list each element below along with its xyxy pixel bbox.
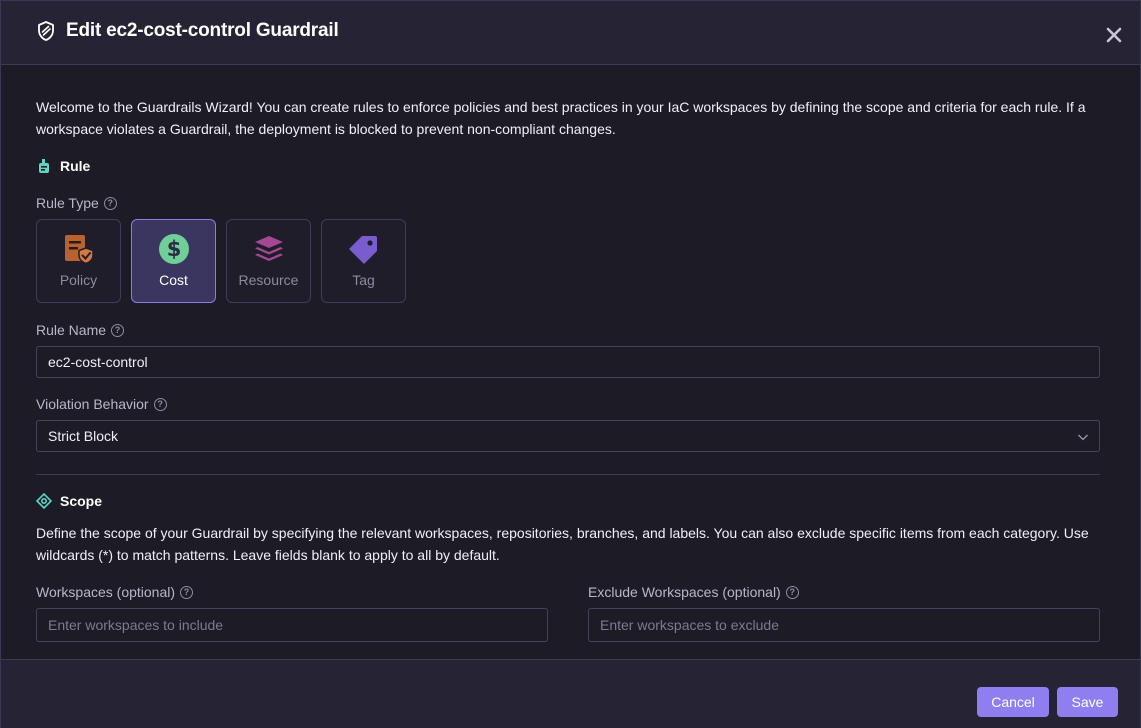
rule-icon	[39, 159, 49, 173]
scope-section-heading: Scope	[36, 493, 102, 509]
resource-label: Resource	[238, 272, 299, 288]
tag-icon	[349, 236, 377, 264]
rule-type-policy[interactable]: Policy	[36, 219, 121, 303]
violation-behavior-select[interactable]: Strict Block	[36, 420, 1100, 452]
edit-guardrail-dialog: Edit ec2-cost-control Guardrail Welcome …	[0, 0, 1141, 728]
section-divider	[36, 474, 1100, 475]
policy-label: Policy	[59, 272, 98, 288]
cancel-button[interactable]: Cancel	[977, 687, 1049, 717]
dialog-footer: Cancel Save	[1, 659, 1140, 728]
exclude-workspaces-label-text: Exclude Workspaces (optional)	[588, 584, 781, 600]
workspaces-label: Workspaces (optional) ?	[36, 584, 194, 600]
chevron-down-icon	[1078, 434, 1088, 441]
rule-type-label: Rule Type ?	[36, 195, 117, 211]
rule-type-resource[interactable]: Resource	[226, 219, 311, 303]
svg-text:$: $	[167, 237, 182, 261]
workspaces-input[interactable]	[36, 608, 548, 642]
rule-type-options: Policy $ Cost Resource Tag	[36, 219, 406, 303]
close-icon[interactable]	[1104, 25, 1124, 45]
dollar-icon: $	[159, 234, 189, 264]
exclude-workspaces-label: Exclude Workspaces (optional) ?	[588, 584, 799, 600]
scope-heading: Scope	[60, 493, 103, 509]
help-icon[interactable]: ?	[180, 585, 194, 599]
help-icon[interactable]: ?	[785, 585, 799, 599]
rule-type-cost[interactable]: $ Cost	[131, 219, 216, 303]
violation-behavior-label: Violation Behavior ?	[36, 396, 167, 412]
rule-name-label-text: Rule Name	[36, 322, 107, 338]
dialog-header: Edit ec2-cost-control Guardrail	[1, 1, 1140, 65]
rule-section-heading: Rule	[36, 158, 90, 174]
help-icon[interactable]: ?	[111, 323, 125, 337]
dialog-title: Edit ec2-cost-control Guardrail	[66, 20, 339, 41]
intro-text: Welcome to the Guardrails Wizard! You ca…	[36, 99, 1086, 137]
help-icon[interactable]: ?	[153, 397, 167, 411]
rule-type-tag[interactable]: Tag	[321, 219, 406, 303]
violation-behavior-value: Strict Block	[48, 428, 119, 444]
target-icon	[36, 493, 52, 509]
rule-type-label-text: Rule Type	[36, 195, 99, 211]
dialog-body[interactable]: Welcome to the Guardrails Wizard! You ca…	[36, 65, 1101, 659]
rule-heading: Rule	[60, 158, 91, 174]
scope-description: Define the scope of your Guardrail by sp…	[36, 525, 1089, 563]
rule-name-input[interactable]: ec2-cost-control	[36, 346, 1100, 378]
exclude-workspaces-input[interactable]	[588, 608, 1100, 642]
rule-name-value: ec2-cost-control	[48, 354, 148, 370]
violation-behavior-label-text: Violation Behavior	[36, 396, 149, 412]
cost-label: Cost	[159, 272, 188, 288]
workspaces-label-text: Workspaces (optional)	[36, 584, 176, 600]
shield-icon	[38, 21, 54, 41]
help-icon[interactable]: ?	[103, 196, 117, 210]
tag-label: Tag	[352, 272, 375, 288]
save-button[interactable]: Save	[1057, 687, 1118, 717]
layers-icon	[255, 236, 283, 261]
policy-icon	[65, 235, 94, 265]
rule-name-label: Rule Name ?	[36, 322, 125, 338]
